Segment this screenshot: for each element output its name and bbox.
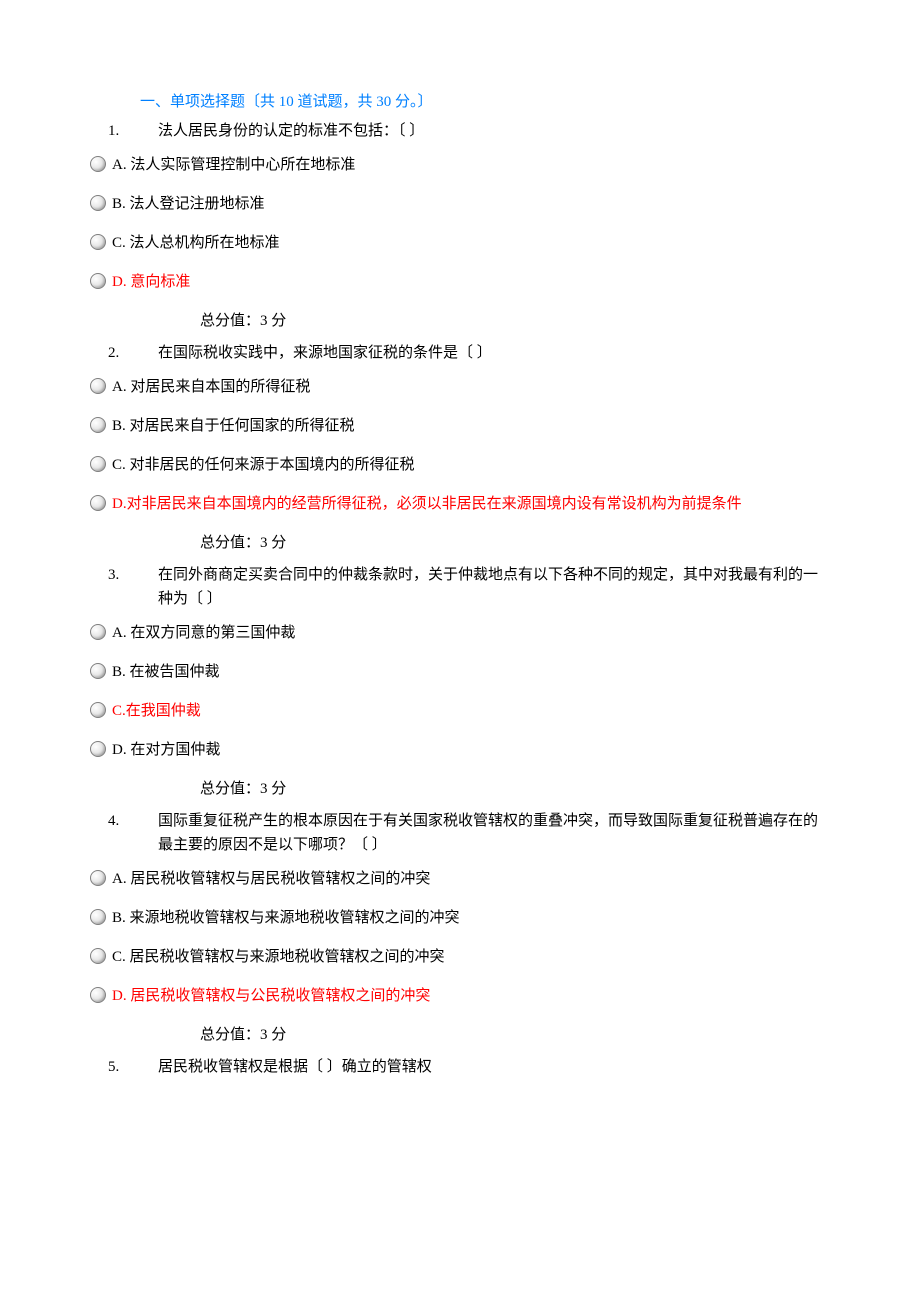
radio-icon [90,663,106,679]
option-b[interactable]: B. 对居民来自于任何国家的所得征税 [90,414,830,435]
question-number: 4. [100,809,158,833]
question-4: 4. 国际重复征税产生的根本原因在于有关国家税收管辖权的重叠冲突，而导致国际重复… [90,809,830,1047]
question-text: 在国际税收实践中，来源地国家征税的条件是〔 〕 [158,341,830,365]
option-label: B. 对居民来自于任何国家的所得征税 [112,414,355,435]
option-label: B. 法人登记注册地标准 [112,192,265,213]
option-label: A. 法人实际管理控制中心所在地标准 [112,153,355,174]
radio-icon [90,195,106,211]
option-label: D. 在对方国仲裁 [112,738,220,759]
radio-icon [90,870,106,886]
option-a[interactable]: A. 对居民来自本国的所得征税 [90,375,830,396]
option-a[interactable]: A. 在双方同意的第三国仲裁 [90,621,830,642]
option-label: D. 意向标准 [112,270,190,291]
radio-icon [90,702,106,718]
option-label: D.对非居民来自本国境内的经营所得征税，必须以非居民在来源国境内设有常设机构为前… [112,492,742,513]
option-label: A. 在双方同意的第三国仲裁 [112,621,295,642]
option-label: B. 来源地税收管辖权与来源地税收管辖权之间的冲突 [112,906,460,927]
question-text: 法人居民身份的认定的标准不包括：〔 〕 [158,119,830,143]
option-d[interactable]: D.对非居民来自本国境内的经营所得征税，必须以非居民在来源国境内设有常设机构为前… [90,492,830,513]
radio-icon [90,948,106,964]
radio-icon [90,987,106,1003]
question-text: 国际重复征税产生的根本原因在于有关国家税收管辖权的重叠冲突，而导致国际重复征税普… [158,809,830,857]
question-text: 居民税收管辖权是根据〔 〕确立的管辖权 [158,1055,830,1079]
option-d[interactable]: D. 意向标准 [90,270,830,291]
question-number: 2. [100,341,158,365]
radio-icon [90,909,106,925]
question-number: 3. [100,563,158,587]
option-b[interactable]: B. 在被告国仲裁 [90,660,830,681]
radio-icon [90,273,106,289]
option-label: C. 法人总机构所在地标准 [112,231,280,252]
radio-icon [90,234,106,250]
question-text: 在同外商商定买卖合同中的仲裁条款时，关于仲裁地点有以下各种不同的规定，其中对我最… [158,563,830,611]
option-label: D. 居民税收管辖权与公民税收管辖权之间的冲突 [112,984,430,1005]
option-label: C. 对非居民的任何来源于本国境内的所得征税 [112,453,415,474]
radio-icon [90,624,106,640]
question-5: 5. 居民税收管辖权是根据〔 〕确立的管辖权 [90,1055,830,1079]
option-label: C.在我国仲裁 [112,699,201,720]
option-label: C. 居民税收管辖权与来源地税收管辖权之间的冲突 [112,945,445,966]
radio-icon [90,156,106,172]
score-value: 总分值：3 分 [200,777,830,801]
option-d[interactable]: D. 在对方国仲裁 [90,738,830,759]
option-c[interactable]: C. 法人总机构所在地标准 [90,231,830,252]
score-value: 总分值：3 分 [200,1023,830,1047]
option-a[interactable]: A. 法人实际管理控制中心所在地标准 [90,153,830,174]
radio-icon [90,741,106,757]
radio-icon [90,378,106,394]
option-label: B. 在被告国仲裁 [112,660,220,681]
option-b[interactable]: B. 法人登记注册地标准 [90,192,830,213]
option-label: A. 对居民来自本国的所得征税 [112,375,310,396]
radio-icon [90,456,106,472]
option-a[interactable]: A. 居民税收管辖权与居民税收管辖权之间的冲突 [90,867,830,888]
question-2: 2. 在国际税收实践中，来源地国家征税的条件是〔 〕 A. 对居民来自本国的所得… [90,341,830,555]
option-b[interactable]: B. 来源地税收管辖权与来源地税收管辖权之间的冲突 [90,906,830,927]
question-1: 1. 法人居民身份的认定的标准不包括：〔 〕 A. 法人实际管理控制中心所在地标… [90,119,830,333]
option-c[interactable]: C. 对非居民的任何来源于本国境内的所得征税 [90,453,830,474]
score-value: 总分值：3 分 [200,531,830,555]
option-d[interactable]: D. 居民税收管辖权与公民税收管辖权之间的冲突 [90,984,830,1005]
option-c[interactable]: C.在我国仲裁 [90,699,830,720]
option-c[interactable]: C. 居民税收管辖权与来源地税收管辖权之间的冲突 [90,945,830,966]
question-number: 1. [100,119,158,143]
question-3: 3. 在同外商商定买卖合同中的仲裁条款时，关于仲裁地点有以下各种不同的规定，其中… [90,563,830,801]
radio-icon [90,417,106,433]
score-value: 总分值：3 分 [200,309,830,333]
radio-icon [90,495,106,511]
option-label: A. 居民税收管辖权与居民税收管辖权之间的冲突 [112,867,430,888]
section-header: 一、单项选择题〔共 10 道试题，共 30 分。〕 [140,90,830,111]
question-number: 5. [100,1055,158,1079]
